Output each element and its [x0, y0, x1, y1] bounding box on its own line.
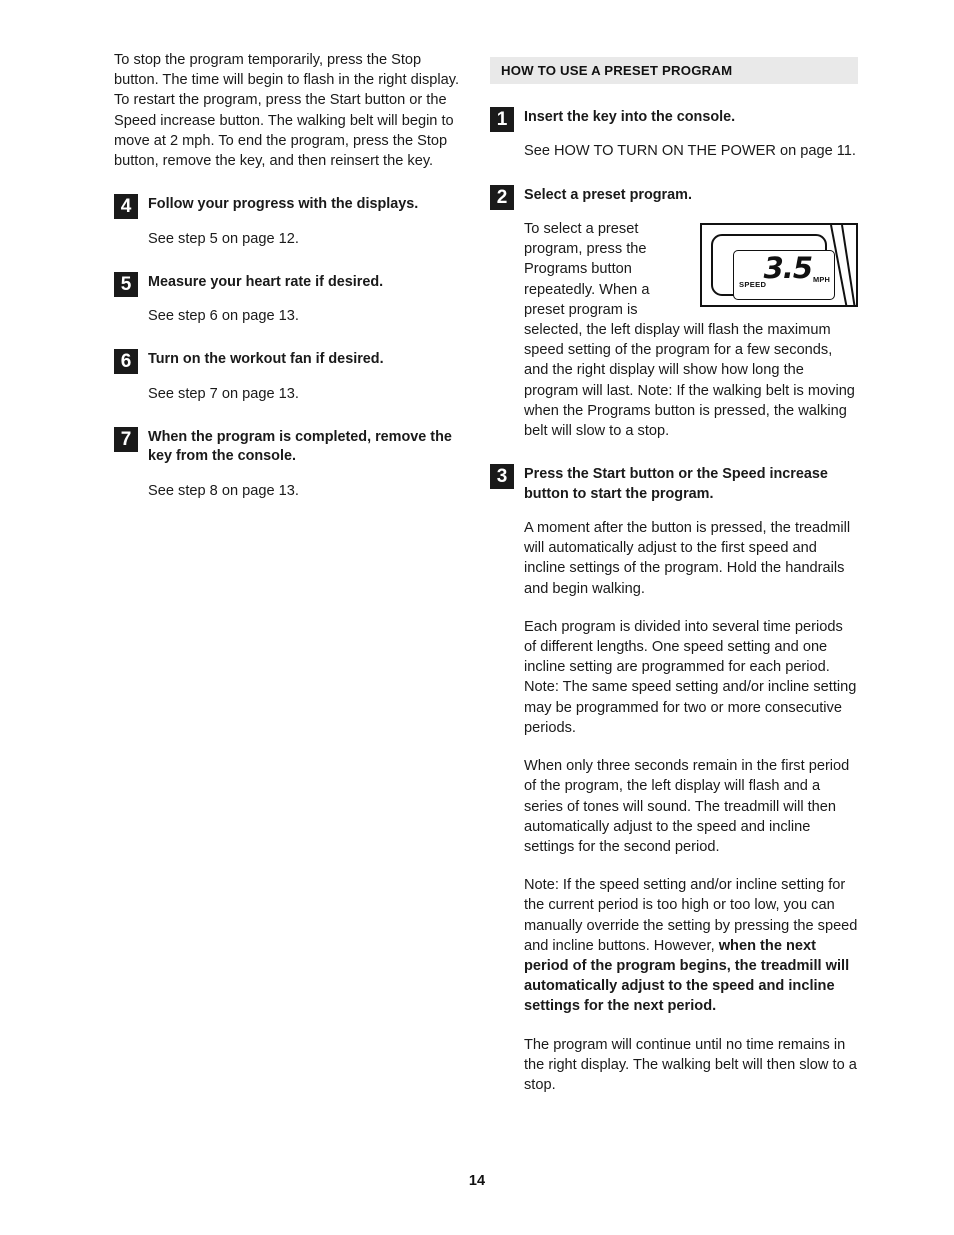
section-header: HOW TO USE A PRESET PROGRAM	[490, 57, 858, 84]
right-column: HOW TO USE A PRESET PROGRAM 1 Insert the…	[490, 57, 858, 1095]
step-body: See step 5 on page 12.	[148, 230, 299, 247]
step-item-6: 6 Turn on the workout fan if desired. Se…	[114, 349, 466, 404]
step3-paragraph-3: When only three seconds remain in the fi…	[524, 758, 850, 855]
step-body: See HOW TO TURN ON THE POWER on page 11.	[524, 143, 856, 160]
lcd-speed-value: 3.5	[763, 251, 813, 286]
step3-paragraph-4: Note: If the speed setting and/or inclin…	[524, 875, 858, 1016]
step-number-badge: 3	[490, 464, 514, 490]
step-body: See step 7 on page 13.	[148, 385, 299, 402]
step-title: Insert the key into the console.	[524, 109, 736, 125]
step-title: Turn on the workout fan if desired.	[148, 351, 384, 368]
step-title: Follow your progress with the displays.	[148, 196, 419, 213]
step-number-badge: 6	[114, 349, 138, 375]
step-title: Press the Start button or the Speed incr…	[524, 466, 828, 502]
intro-paragraph: To stop the program temporarily, press t…	[114, 52, 460, 170]
console-bezel: 3.5 MPH SPEED	[711, 234, 835, 301]
step-item-2: 2 Select a preset program. 3.5 MPH SPEED	[490, 184, 858, 442]
step-title: Select a preset program.	[524, 186, 692, 203]
left-column: To stop the program temporarily, press t…	[114, 50, 466, 501]
step-item-4: 4 Follow your progress with the displays…	[114, 194, 466, 249]
step-title: When the program is completed, remove th…	[148, 429, 452, 465]
step-body: See step 8 on page 13.	[148, 482, 299, 499]
step-number-badge: 1	[490, 107, 514, 132]
step-item-1: 1 Insert the key into the console. See H…	[490, 107, 858, 162]
lcd-field-label: SPEED	[739, 279, 767, 289]
step-item-3: 3 Press the Start button or the Speed in…	[490, 464, 858, 1095]
step-body-with-figure: 3.5 MPH SPEED To select a preset program…	[524, 219, 858, 441]
lcd-unit-label: MPH	[812, 275, 830, 285]
step-body: See step 6 on page 13.	[148, 308, 299, 325]
step-title: Measure your heart rate if desired.	[148, 273, 384, 290]
step3-paragraph-1: A moment after the button is pressed, th…	[524, 520, 851, 597]
step3-paragraph-2: Each program is divided into several tim…	[524, 618, 857, 736]
step-number-badge: 2	[490, 184, 514, 210]
console-display-illustration: 3.5 MPH SPEED	[700, 223, 858, 308]
document-page: To stop the program temporarily, press t…	[0, 0, 954, 1235]
step-item-5: 5 Measure your heart rate if desired. Se…	[114, 271, 466, 327]
console-outer-frame: 3.5 MPH SPEED	[700, 223, 858, 308]
step3-paragraph-5: The program will continue until no time …	[524, 1036, 857, 1093]
step-item-7: 7 When the program is completed, remove …	[114, 427, 466, 501]
page-number: 14	[468, 1173, 486, 1189]
step-number-badge: 7	[114, 427, 138, 453]
console-lcd-panel: 3.5 MPH SPEED	[733, 250, 835, 301]
step-number-badge: 4	[114, 194, 138, 220]
step-number-badge: 5	[114, 271, 138, 297]
